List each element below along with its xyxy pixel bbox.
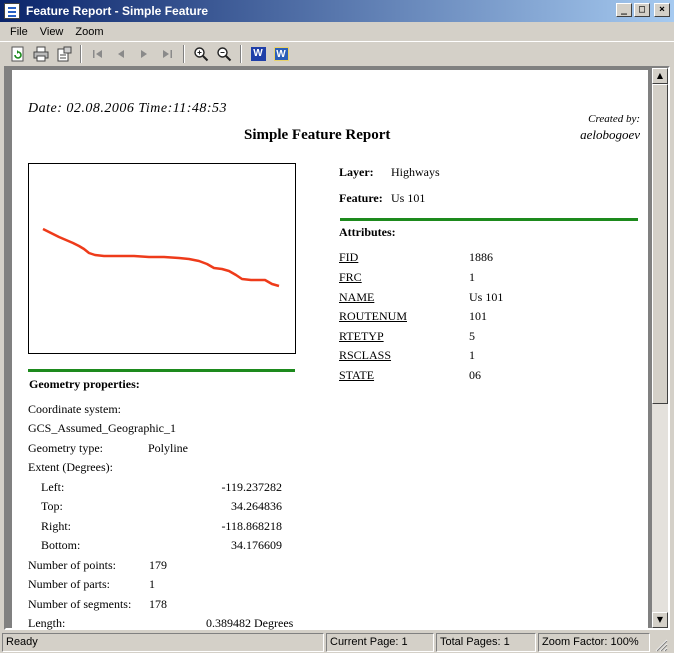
attribute-value: 1 <box>469 270 475 284</box>
toolbar-separator <box>80 44 82 63</box>
page-setup-icon[interactable] <box>54 44 74 64</box>
geometry-type-label: Geometry type: <box>28 441 103 455</box>
coord-system-label: Coordinate system: <box>28 402 121 416</box>
geometry-type-value: Polyline <box>148 441 189 455</box>
coord-system-value: GCS_Assumed_Geographic_1 <box>28 421 176 435</box>
word-letter-alt: W <box>273 46 289 61</box>
feature-polyline <box>42 227 280 288</box>
segments-label: Number of segments: <box>28 597 132 611</box>
points-label: Number of points: <box>28 558 116 572</box>
scroll-up-icon[interactable]: ▲ <box>652 68 668 84</box>
extent-left-label: Left: <box>41 480 65 494</box>
close-button[interactable]: × <box>654 3 670 17</box>
extent-bottom-label: Bottom: <box>41 538 81 552</box>
extent-top-value: 34.264836 <box>231 499 282 513</box>
report-page: Date: 02.08.2006 Time:11:48:53 Created b… <box>12 70 648 630</box>
first-page-icon[interactable] <box>88 44 108 64</box>
printer-icon[interactable] <box>31 44 51 64</box>
feature-value: Us 101 <box>391 191 426 205</box>
extent-top-label: Top: <box>41 499 63 513</box>
status-current-page: Current Page: 1 <box>326 633 434 652</box>
zoom-out-icon[interactable] <box>214 44 234 64</box>
extent-label: Extent (Degrees): <box>28 460 113 474</box>
attribute-name: RTETYP <box>339 329 384 343</box>
toolbar-separator <box>240 44 242 63</box>
extent-bottom-value: 34.176609 <box>231 538 282 552</box>
scroll-thumb[interactable] <box>652 84 668 404</box>
minimize-button[interactable]: _ <box>616 3 632 17</box>
status-bar: Ready Current Page: 1 Total Pages: 1 Zoo… <box>0 632 674 653</box>
extent-left-value: -119.237282 <box>221 480 282 494</box>
last-page-icon[interactable] <box>157 44 177 64</box>
refresh-icon[interactable] <box>8 44 28 64</box>
report-title: Simple Feature Report <box>244 127 391 143</box>
report-viewer: Date: 02.08.2006 Time:11:48:53 Created b… <box>4 66 670 630</box>
attribute-name: FID <box>339 250 359 264</box>
layer-label: Layer: <box>339 165 374 179</box>
window-title: Feature Report - Simple Feature <box>26 4 209 18</box>
created-by-label: Created by: <box>588 113 640 125</box>
report-app-icon <box>4 3 20 19</box>
layer-value: Highways <box>391 165 440 179</box>
toolbar-separator <box>183 44 185 63</box>
vertical-scrollbar[interactable]: ▲ ▼ <box>652 68 668 628</box>
word-export-alt-icon[interactable]: W <box>271 44 291 64</box>
attributes-heading: Attributes: <box>339 225 396 239</box>
word-letter: W <box>250 46 266 61</box>
extent-right-value: -118.868218 <box>221 519 282 533</box>
attribute-name: FRC <box>339 270 362 284</box>
menu-bar: File View Zoom <box>0 23 674 41</box>
previous-page-icon[interactable] <box>111 44 131 64</box>
length-label: Length: <box>28 616 66 630</box>
attribute-name: STATE <box>339 368 375 382</box>
attribute-value: 06 <box>469 368 481 382</box>
menu-zoom[interactable]: Zoom <box>69 26 109 38</box>
polyline-drawing <box>42 227 280 288</box>
extent-right-label: Right: <box>41 519 72 533</box>
created-by-user: aelobogoev <box>580 127 640 142</box>
attribute-value: 101 <box>469 309 487 323</box>
points-value: 179 <box>149 558 167 572</box>
attributes-divider <box>340 218 638 221</box>
attribute-value: 1886 <box>469 250 493 264</box>
word-export-icon[interactable]: W <box>248 44 268 64</box>
menu-file[interactable]: File <box>4 26 34 38</box>
length-value: 0.389482 Degrees <box>206 616 294 630</box>
attribute-name: RSCLASS <box>339 348 392 362</box>
report-date: Date: 02.08.2006 Time:11:48:53 <box>28 101 228 116</box>
geometry-preview <box>28 163 296 354</box>
window-controls: _ □ × <box>616 3 670 17</box>
resize-grip-icon[interactable] <box>652 633 668 652</box>
status-total-pages: Total Pages: 1 <box>436 633 536 652</box>
status-zoom-factor: Zoom Factor: 100% <box>538 633 650 652</box>
title-bar: Feature Report - Simple Feature _ □ × <box>0 0 674 22</box>
parts-value: 1 <box>149 577 155 591</box>
geometry-divider <box>28 369 295 372</box>
next-page-icon[interactable] <box>134 44 154 64</box>
attribute-value: 5 <box>469 329 475 343</box>
geometry-heading: Geometry properties: <box>29 377 140 391</box>
attribute-value: 1 <box>469 348 475 362</box>
feature-label: Feature: <box>339 191 383 205</box>
maximize-button[interactable]: □ <box>634 3 650 17</box>
attribute-name: ROUTENUM <box>339 309 407 323</box>
status-ready: Ready <box>2 633 324 652</box>
zoom-in-icon[interactable] <box>191 44 211 64</box>
attribute-name: NAME <box>339 290 375 304</box>
toolbar: W W <box>0 41 674 65</box>
parts-label: Number of parts: <box>28 577 110 591</box>
scroll-down-icon[interactable]: ▼ <box>652 612 668 628</box>
menu-view[interactable]: View <box>34 26 70 38</box>
attribute-value: Us 101 <box>469 290 504 304</box>
segments-value: 178 <box>149 597 167 611</box>
